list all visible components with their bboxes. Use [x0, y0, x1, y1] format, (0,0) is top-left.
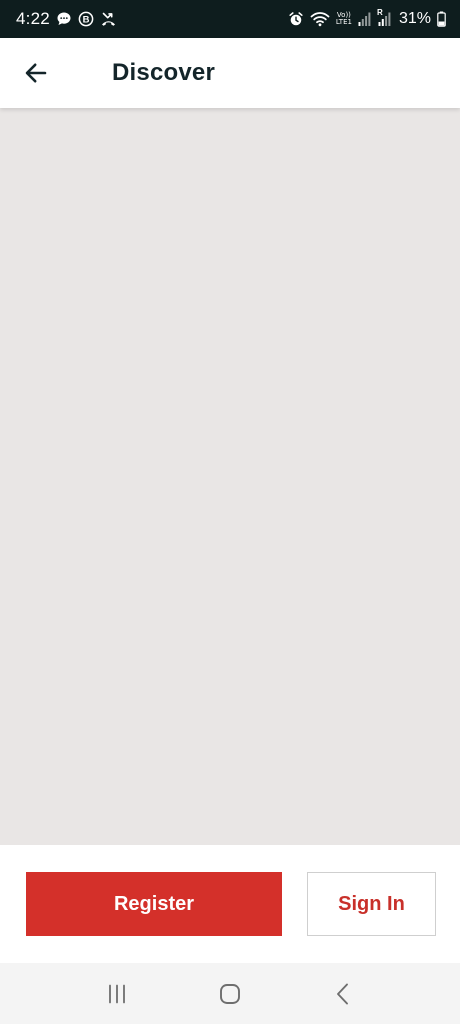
- app-bar: Discover: [0, 38, 460, 108]
- status-time: 4:22: [16, 9, 50, 28]
- action-bar: Register Sign In: [0, 845, 460, 963]
- recent-apps-icon: [108, 984, 125, 1003]
- missed-call-icon: [100, 11, 117, 27]
- arrow-left-icon: [25, 63, 47, 83]
- signal-icon: [358, 11, 371, 27]
- wifi-icon: [310, 11, 330, 27]
- system-back-button[interactable]: [313, 969, 373, 1019]
- content-area: [0, 108, 460, 845]
- back-chevron-icon: [337, 983, 349, 1004]
- signal-r-icon: R: [376, 8, 391, 27]
- page-title: Discover: [112, 59, 215, 86]
- roaming-label: R: [376, 8, 383, 17]
- volte-bottom-label: LTE1: [335, 18, 352, 26]
- recent-apps-button[interactable]: [87, 969, 147, 1019]
- chat-bubble-icon: [56, 11, 72, 27]
- status-left: 4:22 B: [16, 9, 117, 29]
- register-button[interactable]: Register: [26, 872, 282, 936]
- b-badge-icon: B: [78, 11, 94, 27]
- svg-text:B: B: [82, 15, 89, 26]
- back-button[interactable]: [11, 48, 61, 98]
- status-right: Vo)) LTE1 R 31%: [288, 8, 446, 28]
- screen: 4:22 B Vo)) LTE1 R 31% Discover Register…: [0, 0, 460, 1024]
- sign-in-button[interactable]: Sign In: [307, 872, 436, 936]
- volte-icon: Vo)) LTE1: [336, 12, 352, 26]
- battery-icon: [437, 11, 446, 27]
- status-bar: 4:22 B Vo)) LTE1 R 31%: [0, 0, 460, 38]
- home-button[interactable]: [200, 969, 260, 1019]
- system-nav-bar: [0, 963, 460, 1024]
- home-icon: [220, 983, 240, 1004]
- battery-percent: 31%: [398, 10, 431, 27]
- alarm-icon: [288, 11, 304, 27]
